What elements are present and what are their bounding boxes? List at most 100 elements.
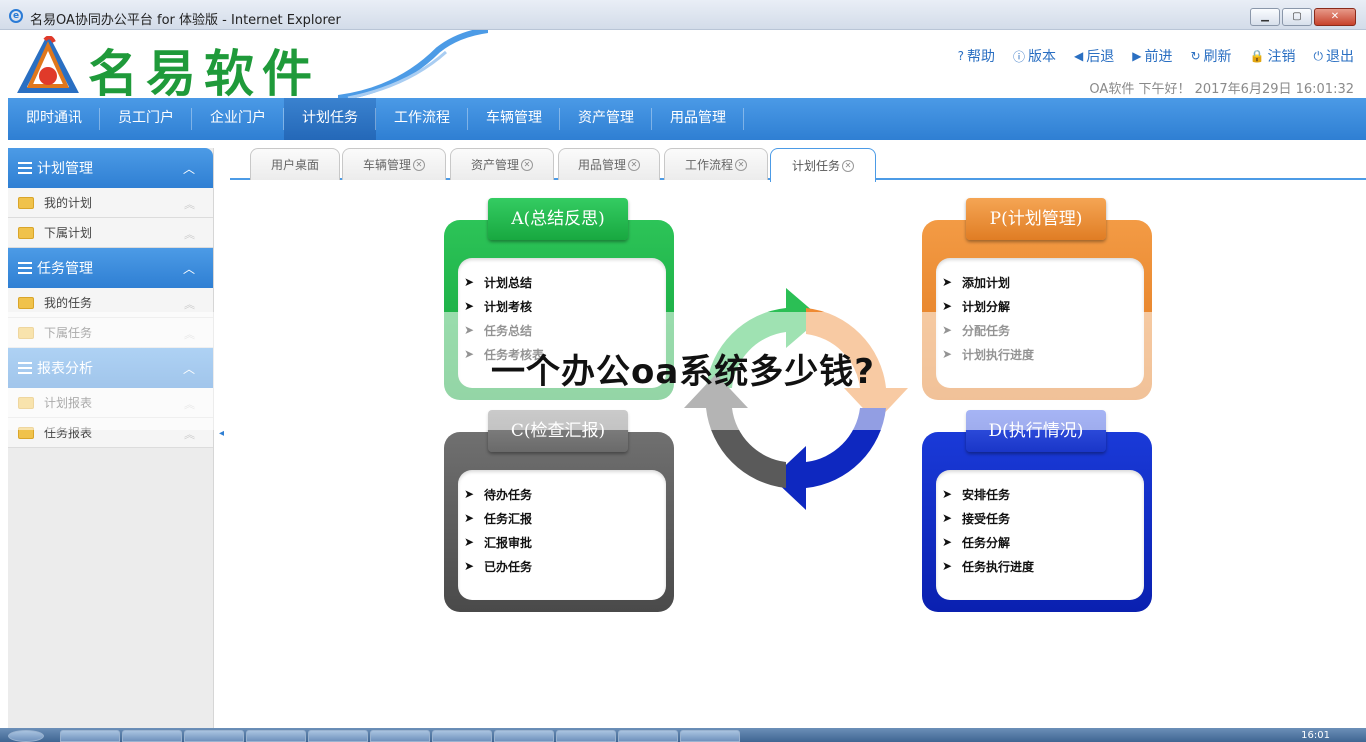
nav-item[interactable]: 员工门户 bbox=[100, 98, 192, 140]
taskbar-app[interactable] bbox=[556, 730, 616, 742]
lock-icon: 🔒 bbox=[1249, 49, 1265, 63]
header-swoosh bbox=[338, 30, 488, 98]
top-link-lock[interactable]: 🔒 注销 bbox=[1250, 46, 1296, 66]
arrow-right-icon: ➤ bbox=[942, 299, 953, 313]
sidebar-section-header[interactable]: 计划管理 ︿ bbox=[8, 148, 213, 188]
pdca-item-label: 待办任务 bbox=[484, 487, 533, 502]
nav-item[interactable]: 即时通讯 bbox=[8, 98, 100, 140]
top-link-label: 退出 bbox=[1326, 49, 1354, 65]
sidebar-section-title: 计划管理 bbox=[37, 161, 93, 177]
sidebar-item-label: 下属计划 bbox=[44, 226, 93, 240]
top-link-back[interactable]: ◀ 后退 bbox=[1074, 46, 1114, 66]
arrow-right-icon: ➤ bbox=[942, 487, 953, 501]
close-tab-icon[interactable]: ✕ bbox=[735, 158, 747, 171]
top-links: ? 帮助 ⓘ 版本 ◀ 后退 ▶ 前进 ↻ 刷新 🔒 注销 ⏻ 退出 bbox=[958, 46, 1354, 66]
sidebar-item-label: 我的任务 bbox=[44, 296, 93, 310]
nav-item[interactable]: 用品管理 bbox=[652, 98, 744, 140]
pdca-item[interactable]: ➤ 任务分解 bbox=[942, 530, 1034, 554]
arrow-right-icon: ➤ bbox=[464, 535, 475, 549]
tab-bar: 用户桌面 车辆管理 ✕ 资产管理 ✕ 用品管理 ✕ 工作流程 ✕ 计划任务 ✕ bbox=[230, 148, 1366, 182]
tab[interactable]: 用品管理 ✕ bbox=[558, 148, 660, 180]
tab[interactable]: 工作流程 ✕ bbox=[664, 148, 768, 180]
taskbar-app[interactable] bbox=[122, 730, 182, 742]
tab-label: 资产管理 bbox=[470, 158, 519, 172]
forward-icon: ▶ bbox=[1132, 49, 1142, 63]
top-link-power[interactable]: ⏻ 退出 bbox=[1314, 46, 1355, 66]
pdca-item[interactable]: ➤ 任务汇报 bbox=[464, 506, 532, 530]
top-link-label: 帮助 bbox=[967, 49, 995, 65]
double-chevron-up-icon: ︽ bbox=[184, 228, 195, 241]
top-link-label: 后退 bbox=[1086, 49, 1115, 65]
pdca-list-d: ➤ 安排任务 ➤ 接受任务 ➤ 任务分解 ➤ 任务执行进度 bbox=[942, 482, 1034, 578]
tab-label: 用品管理 bbox=[577, 158, 626, 172]
list-icon bbox=[18, 262, 32, 274]
info-icon: ⓘ bbox=[1013, 49, 1026, 64]
tab[interactable]: 计划任务 ✕ bbox=[770, 148, 876, 182]
nav-item[interactable]: 车辆管理 bbox=[468, 98, 560, 140]
arrow-right-icon: ➤ bbox=[942, 535, 953, 549]
taskbar-app[interactable] bbox=[680, 730, 740, 742]
taskbar-app[interactable] bbox=[60, 730, 120, 742]
logo: 名易软件 bbox=[8, 30, 488, 103]
pdca-item-label: 安排任务 bbox=[962, 487, 1011, 502]
start-button[interactable] bbox=[8, 730, 44, 742]
top-link-forward[interactable]: ▶ 前进 bbox=[1132, 46, 1172, 66]
pdca-item[interactable]: ➤ 已办任务 bbox=[464, 554, 532, 578]
arrow-right-icon: ➤ bbox=[942, 511, 953, 525]
window-controls: ▁ ▢ ✕ bbox=[1250, 8, 1356, 26]
window-titlebar: e 名易OA协同办公平台 for 体验版 - Internet Explorer… bbox=[0, 0, 1366, 30]
sidebar-item[interactable]: 下属计划 ︽ bbox=[8, 218, 213, 248]
refresh-icon: ↻ bbox=[1190, 49, 1201, 63]
arrow-right-icon: ➤ bbox=[942, 275, 953, 289]
close-tab-icon[interactable]: ✕ bbox=[842, 159, 854, 172]
taskbar-app[interactable] bbox=[432, 730, 492, 742]
taskbar-app[interactable] bbox=[618, 730, 678, 742]
close-tab-icon[interactable]: ✕ bbox=[413, 158, 425, 171]
minimize-button[interactable]: ▁ bbox=[1250, 8, 1280, 26]
taskbar-app[interactable] bbox=[494, 730, 554, 742]
close-tab-icon[interactable]: ✕ bbox=[521, 158, 533, 171]
pdca-item[interactable]: ➤ 汇报审批 bbox=[464, 530, 532, 554]
pdca-item-label: 添加计划 bbox=[962, 275, 1011, 290]
pdca-item[interactable]: ➤ 安排任务 bbox=[942, 482, 1034, 506]
top-link-label: 注销 bbox=[1267, 49, 1296, 65]
pdca-item[interactable]: ➤ 待办任务 bbox=[464, 482, 532, 506]
logo-text: 名易软件 bbox=[88, 44, 320, 103]
pdca-title-p: P(计划管理) bbox=[966, 198, 1106, 240]
pdca-item-label: 任务分解 bbox=[962, 535, 1011, 550]
nav-item[interactable]: 工作流程 bbox=[376, 98, 468, 140]
pdca-panel: A(总结反思) ➤计划总结➤计划考核➤任务总结➤任务考核表 P(计划管理) ➤添… bbox=[230, 182, 1366, 728]
sidebar-section-header[interactable]: 任务管理 ︿ bbox=[8, 248, 213, 288]
tab[interactable]: 用户桌面 bbox=[250, 148, 340, 180]
tab[interactable]: 车辆管理 ✕ bbox=[342, 148, 446, 180]
taskbar-app[interactable] bbox=[308, 730, 368, 742]
pdca-box-d: D(执行情况) ➤ 安排任务 ➤ 接受任务 ➤ 任务分解 ➤ 任务执行进度 bbox=[922, 410, 1152, 612]
arrow-right-icon: ➤ bbox=[464, 559, 475, 573]
sidebar-item[interactable]: 我的计划 ︽ bbox=[8, 188, 213, 218]
maximize-button[interactable]: ▢ bbox=[1282, 8, 1312, 26]
overlay-caption: 一个办公oa系统多少钱? bbox=[490, 352, 876, 392]
pdca-item[interactable]: ➤ 任务执行进度 bbox=[942, 554, 1034, 578]
nav-item[interactable]: 企业门户 bbox=[192, 98, 284, 140]
pdca-item[interactable]: ➤ 接受任务 bbox=[942, 506, 1034, 530]
double-chevron-up-icon: ︽ bbox=[184, 198, 195, 211]
close-button[interactable]: ✕ bbox=[1314, 8, 1356, 26]
close-tab-icon[interactable]: ✕ bbox=[628, 158, 640, 171]
chevron-up-icon: ︿ bbox=[182, 162, 195, 176]
pdca-title-a: A(总结反思) bbox=[488, 198, 628, 240]
top-link-help[interactable]: ? 帮助 bbox=[958, 46, 995, 66]
top-link-refresh[interactable]: ↻ 刷新 bbox=[1190, 46, 1231, 66]
pdca-item[interactable]: ➤ 添加计划 bbox=[942, 270, 1034, 294]
nav-item[interactable]: 计划任务 bbox=[284, 98, 376, 140]
taskbar-app[interactable] bbox=[246, 730, 306, 742]
arrow-right-icon: ➤ bbox=[464, 275, 475, 289]
taskbar-app[interactable] bbox=[184, 730, 244, 742]
pdca-item[interactable]: ➤ 计划总结 bbox=[464, 270, 544, 294]
pdca-item-label: 汇报审批 bbox=[484, 535, 533, 550]
pdca-list-c: ➤ 待办任务 ➤ 任务汇报 ➤ 汇报审批 ➤ 已办任务 bbox=[464, 482, 532, 578]
tab[interactable]: 资产管理 ✕ bbox=[450, 148, 554, 180]
taskbar-app[interactable] bbox=[370, 730, 430, 742]
top-link-info[interactable]: ⓘ 版本 bbox=[1013, 46, 1056, 66]
pdca-item-label: 接受任务 bbox=[962, 511, 1011, 526]
nav-item[interactable]: 资产管理 bbox=[560, 98, 652, 140]
